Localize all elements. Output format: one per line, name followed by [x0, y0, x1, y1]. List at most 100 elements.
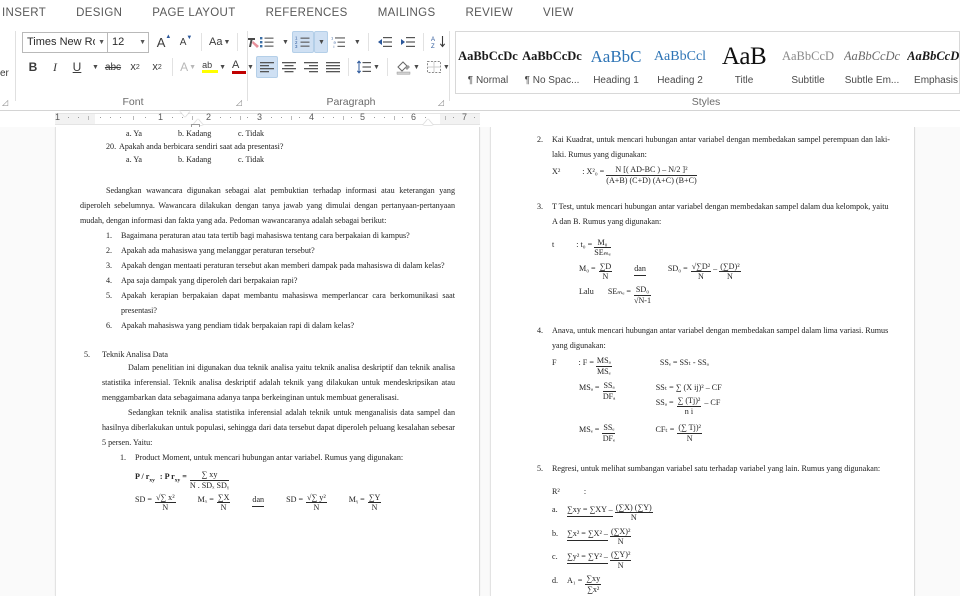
dan-word: dan: [252, 493, 265, 507]
style-item-no-spacing[interactable]: AaBbCcDc ¶ No Spac...: [520, 32, 584, 93]
document-page-left[interactable]: a. Ya b. Kadang c. Tidak 20. Apakah anda…: [55, 127, 480, 596]
superscript-button[interactable]: x2: [146, 56, 168, 78]
numbering-dropdown[interactable]: ▼: [313, 31, 328, 53]
increase-indent-button[interactable]: [396, 31, 419, 53]
chevron-down-icon: ▼: [189, 63, 197, 71]
pm-fraction: ∑ xy N . SDₓ SDᵧ: [189, 470, 229, 491]
list-marker: 2.: [537, 135, 544, 144]
cf-numerator: (∑ Tj)²: [677, 422, 702, 434]
sdd-denominator-1: N: [698, 272, 704, 282]
section-5-heading: 5. Teknik Analisa Data: [80, 348, 455, 361]
q19-options-row: a. Ya b. Kadang c. Tidak: [80, 127, 455, 140]
underline-button[interactable]: U: [66, 56, 88, 78]
style-item-subtitle[interactable]: AaBbCcD Subtitle: [776, 32, 840, 93]
list-marker: 3.: [106, 261, 113, 271]
page-left-content: a. Ya b. Kadang c. Tidak 20. Apakah anda…: [56, 127, 479, 596]
tab-references[interactable]: REFERENCES: [251, 0, 363, 27]
style-item-heading-2[interactable]: AaBbCcl Heading 2: [648, 32, 712, 93]
list-marker: 4.: [106, 276, 113, 286]
sd1-denominator: N: [162, 503, 169, 513]
sd1-numerator: √∑ x²: [154, 492, 176, 504]
se-denominator: √N-1: [634, 296, 652, 306]
tab-page-layout[interactable]: PAGE LAYOUT: [137, 0, 250, 27]
align-center-button[interactable]: [278, 56, 300, 78]
styles-gallery[interactable]: AaBbCcDc ¶ Normal AaBbCcDc ¶ No Spac... …: [455, 31, 960, 94]
text-effects-button[interactable]: A ▼: [177, 56, 199, 78]
style-item-title[interactable]: AaB Title: [712, 32, 776, 93]
style-item-emphasis[interactable]: AaBbCcDc Emphasis: [904, 32, 960, 93]
t-numerator: M₀: [594, 238, 611, 249]
style-item-heading-1[interactable]: AaBbC Heading 1: [584, 32, 648, 93]
reg-marker-d: d.: [552, 576, 559, 586]
mx-label: Mₓ =: [197, 494, 214, 504]
align-right-button[interactable]: [300, 56, 322, 78]
sort-button[interactable]: A Z: [428, 31, 450, 53]
tab-insert[interactable]: INSERT: [0, 0, 61, 27]
decrease-indent-button[interactable]: [373, 31, 396, 53]
document-canvas[interactable]: a. Ya b. Kadang c. Tidak 20. Apakah anda…: [0, 127, 960, 596]
ruler-text-area[interactable]: [95, 113, 440, 125]
f-symbol: F: [552, 358, 557, 368]
style-item-subtle-emphasis[interactable]: AaBbCcDc Subtle Em...: [840, 32, 904, 93]
change-case-button[interactable]: Aa ▼: [206, 31, 233, 53]
sse-equation: SSₑ = SSₜ - SSₐ: [659, 358, 709, 368]
chevron-down-icon: ▼: [92, 63, 99, 71]
multilevel-list-button[interactable]: 1 a i: [328, 31, 350, 53]
font-name-combo[interactable]: Times New Ro ▼: [22, 31, 108, 53]
ruler-number: 7: [462, 112, 468, 122]
style-preview: AaBbC: [591, 42, 642, 72]
reg-c-numerator: (∑Y)²: [609, 550, 632, 562]
align-left-button[interactable]: [256, 56, 278, 78]
shrink-font-button[interactable]: A ▼: [175, 31, 197, 53]
sd2-label: SD =: [286, 494, 304, 504]
style-name: Heading 2: [657, 74, 703, 86]
underline-dropdown[interactable]: ▼: [88, 56, 102, 78]
horizontal-ruler[interactable]: 1 1 2 3 4 5 6 7: [0, 111, 960, 128]
document-page-right[interactable]: 2. Kai Kuadrat, untuk mencari hubungan a…: [490, 127, 915, 596]
font-size-combo[interactable]: 12 ▼: [107, 31, 149, 53]
list-marker: 3.: [537, 201, 544, 211]
ruler-left-margin[interactable]: [55, 113, 95, 125]
f-numerator: MSₐ: [595, 356, 612, 367]
paragraph-dialog-launcher[interactable]: ◿: [438, 98, 444, 107]
reg-b-lhs: ∑x² = ∑X² –: [567, 527, 608, 541]
style-item-normal[interactable]: AaBbCcDc ¶ Normal: [456, 32, 520, 93]
mse-numerator: SSₑ: [602, 422, 616, 434]
tab-review[interactable]: REVIEW: [450, 0, 527, 27]
bullets-dropdown[interactable]: ▼: [278, 31, 292, 53]
formula-product-moment: P / rxy : P rxy = ∑ xy N . SDₓ SDᵧ SD =: [80, 470, 455, 514]
reg-c-lhs: ∑y² = ∑Y² –: [567, 550, 608, 565]
italic-button[interactable]: I: [44, 56, 66, 78]
numbering-button[interactable]: 1 2 3: [291, 31, 314, 53]
justify-button[interactable]: [322, 56, 344, 78]
font-dialog-launcher[interactable]: ◿: [236, 98, 242, 107]
right-indent-marker[interactable]: [423, 119, 433, 125]
chevron-down-icon: ▼: [219, 63, 226, 71]
style-preview-text: AaBbCcDc: [907, 49, 960, 63]
mx-numerator: ∑X: [216, 492, 231, 504]
section-5-title: Teknik Analisa Data: [102, 350, 168, 360]
down-arrow-icon: ▼: [186, 35, 193, 41]
tab-view[interactable]: VIEW: [528, 0, 589, 27]
first-line-indent-marker[interactable]: [180, 111, 190, 117]
pm-denominator: N . SDₓ SDᵧ: [189, 480, 229, 490]
shading-button[interactable]: ▼: [392, 56, 423, 78]
sst-block: SSₜ = ∑ (X ij)² – CF SSₐ = ∑ (Tj)² n i –…: [656, 381, 722, 417]
ruler-number: 4: [309, 112, 315, 122]
tab-design[interactable]: DESIGN: [61, 0, 137, 27]
tab-mailings[interactable]: MAILINGS: [363, 0, 451, 27]
multilevel-list-dropdown[interactable]: ▼: [350, 31, 364, 53]
list-text: Product Moment, untuk mencari hubungan a…: [135, 452, 404, 462]
text-highlight-button[interactable]: ab ▼: [199, 56, 229, 78]
section-5-marker: 5.: [84, 350, 91, 360]
ruler-right-margin[interactable]: [440, 113, 480, 125]
clipboard-dialog-launcher[interactable]: ◿: [2, 98, 8, 107]
line-spacing-button[interactable]: ▼: [353, 56, 383, 78]
bold-button[interactable]: B: [22, 56, 44, 78]
bullets-button[interactable]: [256, 31, 278, 53]
grow-font-button[interactable]: A ▲: [153, 31, 175, 53]
list-text: Kai Kuadrat, untuk mencari hubungan anta…: [552, 135, 890, 159]
strikethrough-button[interactable]: abc: [102, 56, 124, 78]
subscript-button[interactable]: x2: [124, 56, 146, 78]
reg-d-lhs: A₁ =: [567, 576, 583, 586]
